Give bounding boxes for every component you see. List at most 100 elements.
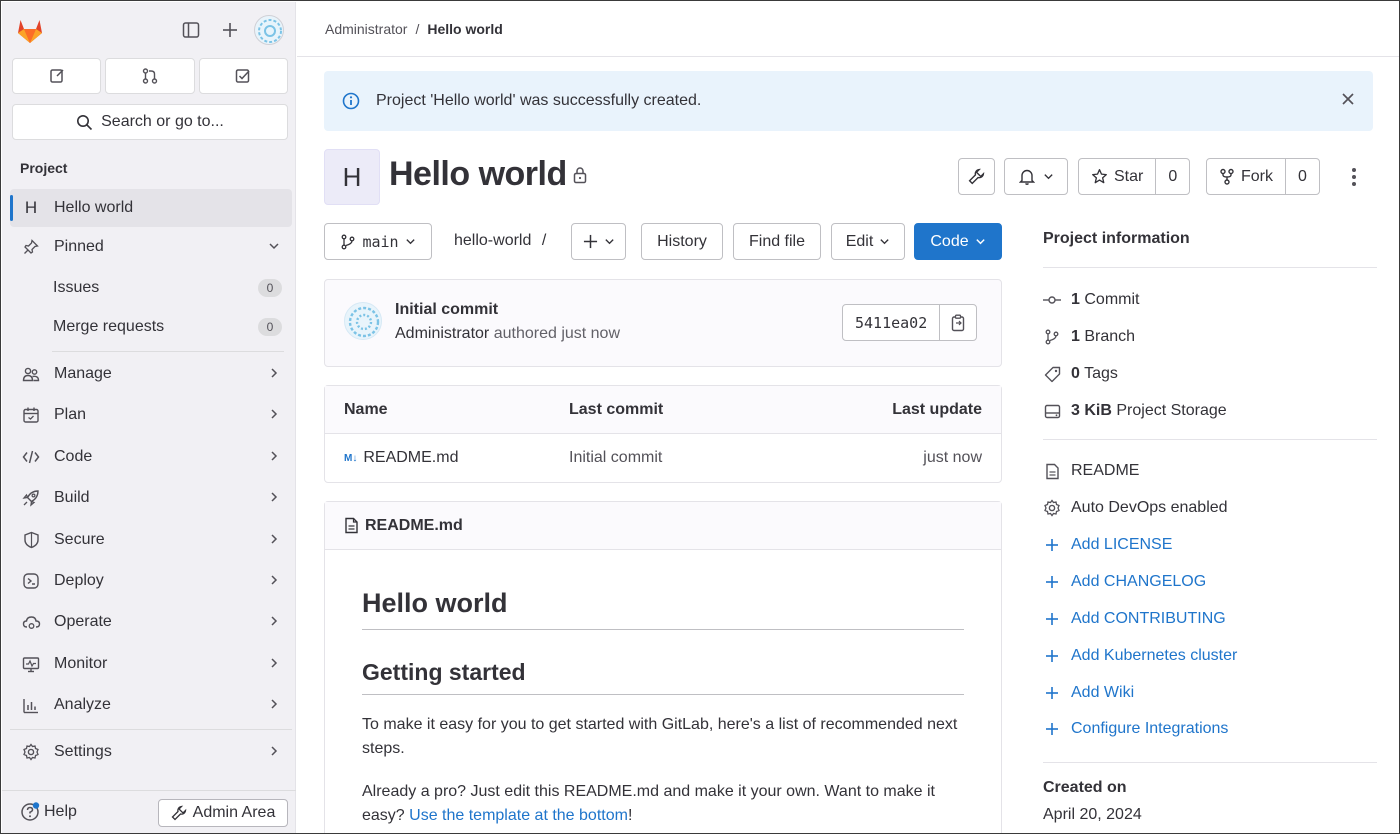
admin-area-button[interactable]: Admin Area <box>158 799 288 827</box>
heading-rule <box>362 629 964 630</box>
breadcrumb-parent[interactable]: Administrator <box>325 21 407 37</box>
branches-link[interactable]: 1 Branch <box>1043 328 1135 346</box>
add-license-link[interactable]: Add LICENSE <box>1043 536 1172 554</box>
fork-segment[interactable]: Fork <box>1207 159 1285 194</box>
create-new-icon[interactable] <box>216 16 244 44</box>
plus-icon <box>1043 649 1061 663</box>
repo-path-name[interactable]: hello-world <box>454 232 531 249</box>
sidebar-item-manage[interactable]: Manage <box>10 355 292 393</box>
repo-path-separator: / <box>541 232 547 249</box>
created-on-label: Created on <box>1043 779 1127 796</box>
sidebar-item-monitor[interactable]: Monitor <box>10 645 292 683</box>
add-wiki-link[interactable]: Add Wiki <box>1043 684 1134 702</box>
readme-paragraph: To make it easy for you to get started w… <box>362 716 958 757</box>
branch-selector[interactable]: main <box>324 223 432 260</box>
storage-link[interactable]: 3 KiB Project Storage <box>1043 402 1227 420</box>
divider <box>1043 762 1377 763</box>
configure-integrations-link[interactable]: Configure Integrations <box>1043 720 1228 738</box>
help-button[interactable]: Help <box>20 802 77 822</box>
readme-filename[interactable]: README.md <box>365 517 463 535</box>
monitor-icon <box>20 656 42 673</box>
more-actions-icon[interactable] <box>1344 163 1364 191</box>
file-icon <box>1043 463 1061 480</box>
readme-link[interactable]: README <box>1043 462 1139 480</box>
file-last-commit[interactable]: Initial commit <box>569 449 662 467</box>
merge-requests-tab[interactable] <box>105 58 195 94</box>
sidebar-quick-tabs <box>12 58 288 94</box>
app-window: Search or go to... Project H Hello world… <box>0 0 1400 834</box>
fork-button[interactable]: Fork 0 <box>1206 158 1320 195</box>
notification-button[interactable] <box>1004 158 1068 195</box>
star-button[interactable]: Star 0 <box>1078 158 1191 195</box>
chevron-down-icon <box>880 239 889 245</box>
project-settings-button[interactable] <box>958 158 995 195</box>
table-row[interactable]: M↓ README.md Initial commit just now <box>325 434 1001 482</box>
sidebar-item-build[interactable]: Build <box>10 479 292 517</box>
find-file-button[interactable]: Find file <box>733 223 821 260</box>
fork-label: Fork <box>1241 167 1273 185</box>
star-segment[interactable]: Star <box>1079 159 1155 194</box>
issues-icon <box>49 69 64 83</box>
sidebar-item-issues[interactable]: Issues 0 <box>10 271 292 305</box>
add-contributing-link[interactable]: Add CONTRIBUTING <box>1043 610 1226 628</box>
auto-devops-link[interactable]: Auto DevOps enabled <box>1043 499 1228 517</box>
settings-icon <box>20 743 42 761</box>
todo-icon <box>236 69 250 83</box>
edit-button[interactable]: Edit <box>831 223 905 260</box>
commit-icon <box>1043 294 1061 306</box>
add-changelog-link[interactable]: Add CHANGELOG <box>1043 573 1206 591</box>
add-kubernetes-cluster-link[interactable]: Add Kubernetes cluster <box>1043 647 1237 665</box>
template-link[interactable]: Use the template at the bottom <box>409 807 628 824</box>
sidebar-item-settings[interactable]: Settings <box>10 733 292 771</box>
star-count[interactable]: 0 <box>1155 159 1189 194</box>
file-name-cell[interactable]: M↓ README.md <box>344 449 458 467</box>
plus-icon <box>1043 722 1061 736</box>
sidebar-item-operate[interactable]: Operate <box>10 603 292 641</box>
sidebar-item-project[interactable]: H Hello world <box>10 189 292 227</box>
commits-link[interactable]: 1 Commit <box>1043 291 1139 309</box>
commit-label: Commit <box>1084 291 1140 308</box>
commit-sha[interactable]: 5411ea02 <box>843 305 941 340</box>
breadcrumb-current[interactable]: Hello world <box>427 21 502 37</box>
tags-link[interactable]: 0 Tags <box>1043 365 1118 383</box>
history-button[interactable]: History <box>641 223 723 260</box>
gitlab-logo-icon[interactable] <box>14 14 46 46</box>
sidebar-item-label: Secure <box>54 531 105 548</box>
branch-count: 1 <box>1071 328 1080 345</box>
commit-title[interactable]: Initial commit <box>395 301 498 319</box>
chevron-right-icon <box>268 614 280 630</box>
sidebar-item-label: Code <box>54 448 93 465</box>
branch-label: Branch <box>1084 328 1136 345</box>
chevron-right-icon <box>268 449 280 465</box>
link-label: Add CHANGELOG <box>1071 573 1207 590</box>
todos-tab[interactable] <box>198 58 288 94</box>
readme-viewer: README.md Hello world Getting started To… <box>324 501 1002 833</box>
search-button[interactable]: Search or go to... <box>12 104 288 140</box>
sidebar-item-secure[interactable]: Secure <box>10 521 292 559</box>
sidebar-item-plan[interactable]: Plan <box>10 396 292 434</box>
sidebar-item-code[interactable]: Code <box>10 438 292 476</box>
toggle-sidebar-icon[interactable] <box>177 16 205 44</box>
author-avatar[interactable] <box>344 302 382 340</box>
chevron-right-icon <box>268 532 280 548</box>
add-to-tree-button[interactable] <box>571 223 626 260</box>
project-initial: H <box>24 198 38 217</box>
commit-sha-group: 5411ea02 <box>842 304 978 341</box>
sidebar-item-analyze[interactable]: Analyze <box>10 686 292 724</box>
sidebar-item-pinned[interactable]: Pinned <box>10 228 292 266</box>
lock-icon <box>572 166 588 189</box>
rocket-icon <box>20 489 42 507</box>
commit-author[interactable]: Administrator <box>395 325 489 342</box>
fork-count[interactable]: 0 <box>1285 159 1319 194</box>
sidebar-divider <box>10 729 292 730</box>
code-button[interactable]: Code <box>914 223 1002 260</box>
sidebar-item-merge-requests[interactable]: Merge requests 0 <box>10 310 292 344</box>
plus-icon <box>1043 575 1061 589</box>
issues-tab[interactable] <box>12 58 102 94</box>
close-icon[interactable] <box>1341 89 1355 112</box>
branch-icon <box>1043 329 1061 345</box>
user-avatar[interactable] <box>254 15 284 45</box>
alert-message: Project 'Hello world' was successfully c… <box>376 92 702 109</box>
sidebar-item-deploy[interactable]: Deploy <box>10 562 292 600</box>
copy-icon[interactable] <box>940 305 976 340</box>
